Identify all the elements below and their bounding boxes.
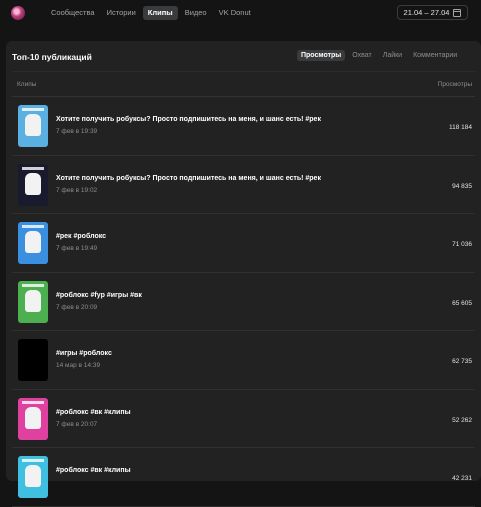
clip-thumbnail[interactable] [18, 105, 48, 147]
top-bar: Сообщества Истории Клипы Видео VK Donut … [0, 0, 481, 30]
clip-thumbnail[interactable] [18, 339, 48, 381]
panel-title: Топ-10 публикаций [12, 52, 92, 62]
thumbnail-figure [25, 406, 41, 429]
clip-thumbnail[interactable] [18, 280, 48, 323]
thumbnail-caption-bar [22, 283, 44, 287]
thumbnail-caption-bar [22, 225, 44, 228]
table-row[interactable]: Хотите получить робуксы? Просто подпишит… [12, 97, 475, 156]
thumbnail-caption-bar [22, 400, 44, 404]
clip-title[interactable]: Хотите получить робуксы? Просто подпишит… [56, 175, 321, 182]
tab-communities[interactable]: Сообщества [46, 6, 100, 20]
clip-views: 42 231 [452, 475, 472, 482]
clip-views: 71 036 [452, 241, 472, 248]
date-range-picker[interactable]: 21.04 – 27.04 [397, 5, 468, 20]
thumbnail-figure [25, 465, 41, 487]
section-nav: Сообщества Истории Клипы Видео VK Donut [46, 6, 258, 20]
clip-views: 94 835 [452, 182, 472, 190]
table-row[interactable]: Хотите получить робуксы? Просто подпишит… [12, 156, 475, 214]
thumbnail-figure [25, 231, 41, 253]
table-row[interactable]: #рек #роблокс 7 фев в 19:49 71 036 [12, 214, 475, 273]
table-row[interactable]: #игры #роблокс 14 мар в 14:39 62 735 [12, 331, 475, 390]
thumbnail-figure [25, 289, 41, 312]
clip-title[interactable]: #игры #роблокс [56, 350, 112, 357]
clip-thumbnail[interactable] [18, 456, 48, 498]
clip-views: 62 735 [452, 358, 472, 365]
clip-views: 65 605 [452, 299, 472, 307]
clip-thumbnail[interactable] [18, 222, 48, 264]
clip-date: 7 фев в 19:39 [56, 128, 98, 135]
clip-views: 52 262 [452, 416, 472, 424]
tab-video[interactable]: Видео [180, 6, 212, 20]
thumbnail-caption-bar [22, 108, 44, 111]
column-header-clips: Клипы [17, 81, 37, 88]
table-row[interactable]: #роблокс #fyp #игры #вк 7 фев в 20:09 65 6… [12, 273, 475, 331]
clip-title[interactable]: #роблокс #вк #клипы [56, 467, 131, 474]
clip-date: 7 фев в 19:49 [56, 245, 98, 252]
tab-likes[interactable]: Лайки [379, 50, 406, 61]
thumbnail-figure [25, 172, 41, 195]
date-range-label: 21.04 – 27.04 [403, 8, 450, 17]
table-row[interactable]: #роблокс #вк #клипы 7 фев в 20:07 52 262 [12, 390, 475, 448]
thumbnail-figure [25, 114, 41, 136]
tab-views[interactable]: Просмотры [297, 50, 346, 61]
tab-comments[interactable]: Комментарии [409, 50, 461, 61]
clip-date: 7 фев в 19:02 [56, 186, 98, 194]
publications-table: Клипы Просмотры Хотите получить робуксы?… [12, 71, 475, 507]
clip-thumbnail[interactable] [18, 397, 48, 440]
clip-title[interactable]: #роблокс #вк #клипы [56, 409, 131, 416]
column-header-views[interactable]: Просмотры [438, 81, 472, 88]
metric-tabs: Просмотры Охват Лайки Комментарии [297, 50, 464, 61]
table-row[interactable]: #роблокс #вк #клипы 42 231 [12, 448, 475, 507]
tab-clips[interactable]: Клипы [142, 6, 178, 20]
top-publications-panel: Топ-10 публикаций Просмотры Охват Лайки … [6, 41, 481, 507]
clip-title[interactable]: #рек #роблокс [56, 233, 106, 240]
table-header: Клипы Просмотры [12, 71, 475, 97]
clip-date: 7 фев в 20:09 [56, 303, 98, 311]
clip-title[interactable]: Хотите получить робуксы? Просто подпишит… [56, 116, 321, 123]
tab-reach[interactable]: Охват [348, 50, 375, 61]
thumbnail-caption-bar [22, 166, 44, 170]
clip-date: 7 фев в 20:07 [56, 420, 98, 428]
clip-title[interactable]: #роблокс #fyp #игры #вк [56, 292, 142, 299]
tab-vk-donut[interactable]: VK Donut [214, 6, 256, 20]
clip-thumbnail[interactable] [18, 163, 48, 206]
tab-stories[interactable]: Истории [102, 6, 141, 20]
clip-date: 14 мар в 14:39 [56, 362, 101, 369]
thumbnail-caption-bar [22, 459, 44, 462]
calendar-icon [453, 8, 462, 17]
clip-views: 118 184 [448, 124, 472, 131]
community-avatar[interactable] [11, 6, 25, 20]
